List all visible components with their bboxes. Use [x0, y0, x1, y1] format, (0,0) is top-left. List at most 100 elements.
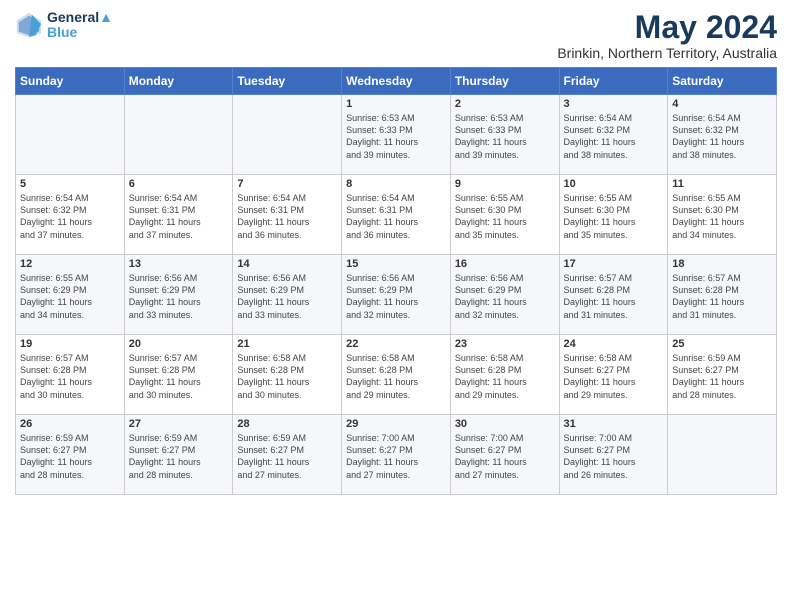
weekday-header: Friday [559, 68, 668, 95]
day-number: 21 [237, 338, 337, 350]
cell-info: Sunrise: 6:55 AM Sunset: 6:29 PM Dayligh… [20, 272, 120, 321]
logo: General▲ Blue [15, 10, 113, 41]
cell-info: Sunrise: 6:58 AM Sunset: 6:27 PM Dayligh… [564, 352, 664, 401]
calendar-cell: 7 Sunrise: 6:54 AM Sunset: 6:31 PM Daylig… [233, 175, 342, 255]
day-number: 5 [20, 178, 120, 190]
day-number: 31 [564, 418, 664, 430]
day-number: 27 [129, 418, 229, 430]
day-number: 7 [237, 178, 337, 190]
calendar-cell: 21 Sunrise: 6:58 AM Sunset: 6:28 PM Dayli… [233, 335, 342, 415]
weekday-row: SundayMondayTuesdayWednesdayThursdayFrid… [16, 68, 777, 95]
cell-info: Sunrise: 6:58 AM Sunset: 6:28 PM Dayligh… [237, 352, 337, 401]
calendar-cell: 10Sunrise: 6:55 AM Sunset: 6:30 PM Dayli… [559, 175, 668, 255]
cell-info: Sunrise: 6:56 AM Sunset: 6:29 PM Dayligh… [455, 272, 555, 321]
cell-info: Sunrise: 6:57 AM Sunset: 6:28 PM Dayligh… [129, 352, 229, 401]
calendar-header: SundayMondayTuesdayWednesdayThursdayFrid… [16, 68, 777, 95]
calendar-cell: 6 Sunrise: 6:54 AM Sunset: 6:31 PM Daylig… [124, 175, 233, 255]
title-block: May 2024 Brinkin, Northern Territory, Au… [557, 10, 777, 61]
calendar-week-row: 1 Sunrise: 6:53 AM Sunset: 6:33 PM Daylig… [16, 95, 777, 175]
calendar-cell: 13 Sunrise: 6:56 AM Sunset: 6:29 PM Dayli… [124, 255, 233, 335]
calendar-cell: 19 Sunrise: 6:57 AM Sunset: 6:28 PM Dayli… [16, 335, 125, 415]
calendar-cell: 4 Sunrise: 6:54 AM Sunset: 6:32 PM Daylig… [668, 95, 777, 175]
weekday-header: Wednesday [342, 68, 451, 95]
cell-info: Sunrise: 6:59 AM Sunset: 6:27 PM Dayligh… [237, 432, 337, 481]
calendar-cell: 14Sunrise: 6:56 AM Sunset: 6:29 PM Dayli… [233, 255, 342, 335]
weekday-header: Sunday [16, 68, 125, 95]
day-number: 19 [20, 338, 120, 350]
calendar-cell: 5 Sunrise: 6:54 AM Sunset: 6:32 PM Daylig… [16, 175, 125, 255]
calendar-table: SundayMondayTuesdayWednesdayThursdayFrid… [15, 67, 777, 495]
calendar-cell: 17 Sunrise: 6:57 AM Sunset: 6:28 PM Dayli… [559, 255, 668, 335]
calendar-week-row: 5 Sunrise: 6:54 AM Sunset: 6:32 PM Daylig… [16, 175, 777, 255]
weekday-header: Saturday [668, 68, 777, 95]
cell-info: Sunrise: 6:55 AM Sunset: 6:30 PM Dayligh… [672, 192, 772, 241]
day-number: 11 [672, 178, 772, 190]
calendar-cell: 20 Sunrise: 6:57 AM Sunset: 6:28 PM Dayli… [124, 335, 233, 415]
calendar-cell: 25Sunrise: 6:59 AM Sunset: 6:27 PM Dayli… [668, 335, 777, 415]
calendar-cell: 12 Sunrise: 6:55 AM Sunset: 6:29 PM Dayli… [16, 255, 125, 335]
cell-info: Sunrise: 6:58 AM Sunset: 6:28 PM Dayligh… [455, 352, 555, 401]
calendar-cell: 28 Sunrise: 6:59 AM Sunset: 6:27 PM Dayli… [233, 415, 342, 495]
calendar-cell: 29 Sunrise: 7:00 AM Sunset: 6:27 PM Dayli… [342, 415, 451, 495]
day-number: 13 [129, 258, 229, 270]
logo-text: General▲ Blue [47, 10, 113, 41]
cell-info: Sunrise: 7:00 AM Sunset: 6:27 PM Dayligh… [564, 432, 664, 481]
cell-info: Sunrise: 6:54 AM Sunset: 6:31 PM Dayligh… [237, 192, 337, 241]
day-number: 20 [129, 338, 229, 350]
calendar-week-row: 26 Sunrise: 6:59 AM Sunset: 6:27 PM Dayli… [16, 415, 777, 495]
calendar-cell [233, 95, 342, 175]
cell-info: Sunrise: 6:54 AM Sunset: 6:31 PM Dayligh… [346, 192, 446, 241]
day-number: 15 [346, 258, 446, 270]
day-number: 24 [564, 338, 664, 350]
day-number: 18 [672, 258, 772, 270]
day-number: 4 [672, 98, 772, 110]
cell-info: Sunrise: 6:53 AM Sunset: 6:33 PM Dayligh… [455, 112, 555, 161]
day-number: 26 [20, 418, 120, 430]
calendar-cell [16, 95, 125, 175]
day-number: 14 [237, 258, 337, 270]
cell-info: Sunrise: 6:57 AM Sunset: 6:28 PM Dayligh… [672, 272, 772, 321]
page-header: General▲ Blue May 2024 Brinkin, Northern… [15, 10, 777, 61]
calendar-cell: 23 Sunrise: 6:58 AM Sunset: 6:28 PM Dayli… [450, 335, 559, 415]
cell-info: Sunrise: 6:54 AM Sunset: 6:32 PM Dayligh… [20, 192, 120, 241]
cell-info: Sunrise: 6:59 AM Sunset: 6:27 PM Dayligh… [129, 432, 229, 481]
calendar-week-row: 12 Sunrise: 6:55 AM Sunset: 6:29 PM Dayli… [16, 255, 777, 335]
calendar-cell: 18 Sunrise: 6:57 AM Sunset: 6:28 PM Dayli… [668, 255, 777, 335]
day-number: 17 [564, 258, 664, 270]
day-number: 28 [237, 418, 337, 430]
cell-info: Sunrise: 6:56 AM Sunset: 6:29 PM Dayligh… [129, 272, 229, 321]
cell-info: Sunrise: 7:00 AM Sunset: 6:27 PM Dayligh… [346, 432, 446, 481]
day-number: 1 [346, 98, 446, 110]
weekday-header: Thursday [450, 68, 559, 95]
cell-info: Sunrise: 6:54 AM Sunset: 6:31 PM Dayligh… [129, 192, 229, 241]
calendar-cell: 16 Sunrise: 6:56 AM Sunset: 6:29 PM Dayli… [450, 255, 559, 335]
day-number: 29 [346, 418, 446, 430]
day-number: 16 [455, 258, 555, 270]
weekday-header: Monday [124, 68, 233, 95]
calendar-body: 1 Sunrise: 6:53 AM Sunset: 6:33 PM Daylig… [16, 95, 777, 495]
cell-info: Sunrise: 6:54 AM Sunset: 6:32 PM Dayligh… [672, 112, 772, 161]
day-number: 23 [455, 338, 555, 350]
cell-info: Sunrise: 6:53 AM Sunset: 6:33 PM Dayligh… [346, 112, 446, 161]
cell-info: Sunrise: 6:55 AM Sunset: 6:30 PM Dayligh… [564, 192, 664, 241]
calendar-cell: 24 Sunrise: 6:58 AM Sunset: 6:27 PM Dayli… [559, 335, 668, 415]
cell-info: Sunrise: 6:57 AM Sunset: 6:28 PM Dayligh… [564, 272, 664, 321]
cell-info: Sunrise: 6:55 AM Sunset: 6:30 PM Dayligh… [455, 192, 555, 241]
calendar-cell: 9Sunrise: 6:55 AM Sunset: 6:30 PM Daylig… [450, 175, 559, 255]
day-number: 3 [564, 98, 664, 110]
logo-blue: Blue [47, 25, 113, 40]
calendar-cell: 26 Sunrise: 6:59 AM Sunset: 6:27 PM Dayli… [16, 415, 125, 495]
logo-icon [15, 11, 43, 39]
calendar-cell [124, 95, 233, 175]
calendar-cell: 8 Sunrise: 6:54 AM Sunset: 6:31 PM Daylig… [342, 175, 451, 255]
cell-info: Sunrise: 6:54 AM Sunset: 6:32 PM Dayligh… [564, 112, 664, 161]
day-number: 6 [129, 178, 229, 190]
cell-info: Sunrise: 6:59 AM Sunset: 6:27 PM Dayligh… [20, 432, 120, 481]
day-number: 8 [346, 178, 446, 190]
day-number: 12 [20, 258, 120, 270]
cell-info: Sunrise: 6:57 AM Sunset: 6:28 PM Dayligh… [20, 352, 120, 401]
page-title: May 2024 [557, 10, 777, 45]
calendar-cell: 15 Sunrise: 6:56 AM Sunset: 6:29 PM Dayli… [342, 255, 451, 335]
calendar-cell [668, 415, 777, 495]
cell-info: Sunrise: 6:56 AM Sunset: 6:29 PM Dayligh… [346, 272, 446, 321]
